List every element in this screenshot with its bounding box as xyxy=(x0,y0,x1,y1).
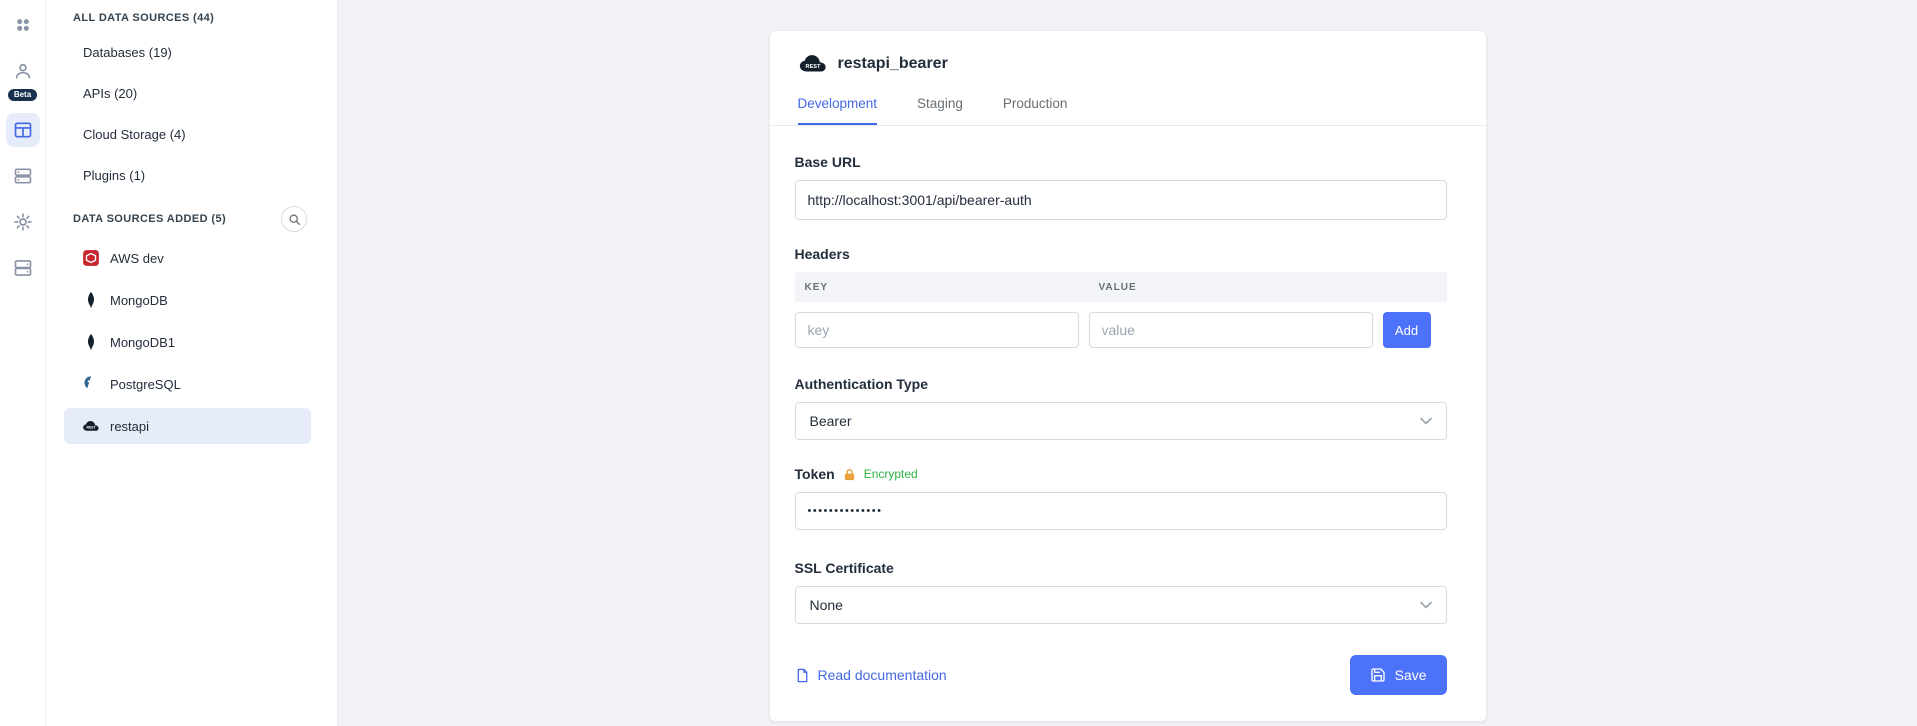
data-sources-table-icon[interactable] xyxy=(6,113,40,147)
tab-development[interactable]: Development xyxy=(798,96,878,125)
sidebar-item-databases[interactable]: Databases (19) xyxy=(46,32,337,73)
workflows-stack-icon[interactable] xyxy=(6,159,40,193)
tab-staging[interactable]: Staging xyxy=(917,96,963,125)
search-button[interactable] xyxy=(281,206,307,232)
headers-field: Headers KEY VALUE Add xyxy=(795,246,1447,348)
card-body: Base URL Headers KEY VALUE Add xyxy=(770,126,1486,721)
save-disk-icon xyxy=(1370,667,1386,683)
sidebar-item-apis[interactable]: APIs (20) xyxy=(46,73,337,114)
ds-label: AWS dev xyxy=(110,251,164,266)
chevron-down-icon xyxy=(1420,417,1432,425)
read-documentation-link[interactable]: Read documentation xyxy=(795,667,947,683)
headers-table-header: KEY VALUE xyxy=(795,272,1447,302)
settings-gear-icon[interactable] xyxy=(6,205,40,239)
headers-label: Headers xyxy=(795,246,1447,262)
auth-type-select[interactable]: Bearer xyxy=(795,402,1447,440)
audit-server-icon[interactable] xyxy=(6,251,40,285)
search-icon xyxy=(288,213,301,226)
beta-badge: Beta xyxy=(8,89,37,101)
icon-rail: Beta xyxy=(0,0,46,726)
auth-type-label: Authentication Type xyxy=(795,376,1447,392)
sidebar-item-plugins[interactable]: Plugins (1) xyxy=(46,155,337,196)
environment-tabs: Development Staging Production xyxy=(798,96,1458,125)
restapi-icon: REST xyxy=(82,417,100,435)
ssl-value: None xyxy=(810,597,843,613)
users-beta-group: Beta xyxy=(6,54,40,101)
key-column-header: KEY xyxy=(805,282,1099,293)
page-title: restapi_bearer xyxy=(838,55,948,73)
headers-input-row: Add xyxy=(795,312,1447,348)
value-column-header: VALUE xyxy=(1099,282,1447,293)
svg-text:REST: REST xyxy=(87,426,97,430)
postgresql-icon xyxy=(82,375,100,393)
auth-type-field: Authentication Type Bearer xyxy=(795,376,1447,440)
card-footer: Read documentation Save xyxy=(795,655,1447,695)
main-area: REST restapi_bearer Development Staging … xyxy=(338,0,1917,726)
ds-label: PostgreSQL xyxy=(110,377,181,392)
ds-label: restapi xyxy=(110,419,149,434)
token-label: Token xyxy=(795,466,835,482)
data-sources-added-header: DATA SOURCES ADDED (5) xyxy=(73,213,226,225)
document-icon xyxy=(795,668,810,683)
ds-label: MongoDB1 xyxy=(110,335,175,350)
aws-icon xyxy=(82,249,100,267)
token-input[interactable] xyxy=(795,492,1447,530)
restapi-icon: REST xyxy=(798,53,828,74)
ssl-label: SSL Certificate xyxy=(795,560,1447,576)
base-url-input[interactable] xyxy=(795,180,1447,220)
sidebar-item-postgresql[interactable]: PostgreSQL xyxy=(64,366,311,402)
ssl-select[interactable]: None xyxy=(795,586,1447,624)
add-header-button[interactable]: Add xyxy=(1383,312,1431,348)
base-url-label: Base URL xyxy=(795,154,1447,170)
app-root: Beta ALL DATA SOURCES (44) Databases (19… xyxy=(0,0,1917,726)
users-icon[interactable] xyxy=(6,54,40,88)
sidebar-item-mongodb[interactable]: MongoDB xyxy=(64,282,311,318)
lock-icon xyxy=(843,468,856,481)
base-url-field: Base URL xyxy=(795,154,1447,220)
chevron-down-icon xyxy=(1420,601,1432,609)
encrypted-badge: Encrypted xyxy=(864,467,918,481)
sidebar-item-restapi[interactable]: REST restapi xyxy=(64,408,311,444)
mongodb-icon xyxy=(82,333,100,351)
apps-grid-icon[interactable] xyxy=(6,8,40,42)
header-key-input[interactable] xyxy=(795,312,1079,348)
ssl-field: SSL Certificate None xyxy=(795,560,1447,624)
save-button[interactable]: Save xyxy=(1350,655,1447,695)
sidebar-item-mongodb1[interactable]: MongoDB1 xyxy=(64,324,311,360)
ds-label: MongoDB xyxy=(110,293,168,308)
auth-type-value: Bearer xyxy=(810,413,852,429)
data-sources-sidebar: ALL DATA SOURCES (44) Databases (19) API… xyxy=(46,0,338,726)
card-header: REST restapi_bearer Development Staging … xyxy=(770,31,1486,126)
header-value-input[interactable] xyxy=(1089,312,1373,348)
save-label: Save xyxy=(1395,667,1427,683)
svg-text:REST: REST xyxy=(805,64,821,70)
mongodb-icon xyxy=(82,291,100,309)
datasource-config-card: REST restapi_bearer Development Staging … xyxy=(769,30,1487,722)
token-field: Token Encrypted xyxy=(795,466,1447,530)
doc-link-label: Read documentation xyxy=(818,667,947,683)
all-data-sources-header: ALL DATA SOURCES (44) xyxy=(73,12,214,24)
sidebar-item-cloud-storage[interactable]: Cloud Storage (4) xyxy=(46,114,337,155)
tab-production[interactable]: Production xyxy=(1003,96,1068,125)
sidebar-item-aws-dev[interactable]: AWS dev xyxy=(64,240,311,276)
